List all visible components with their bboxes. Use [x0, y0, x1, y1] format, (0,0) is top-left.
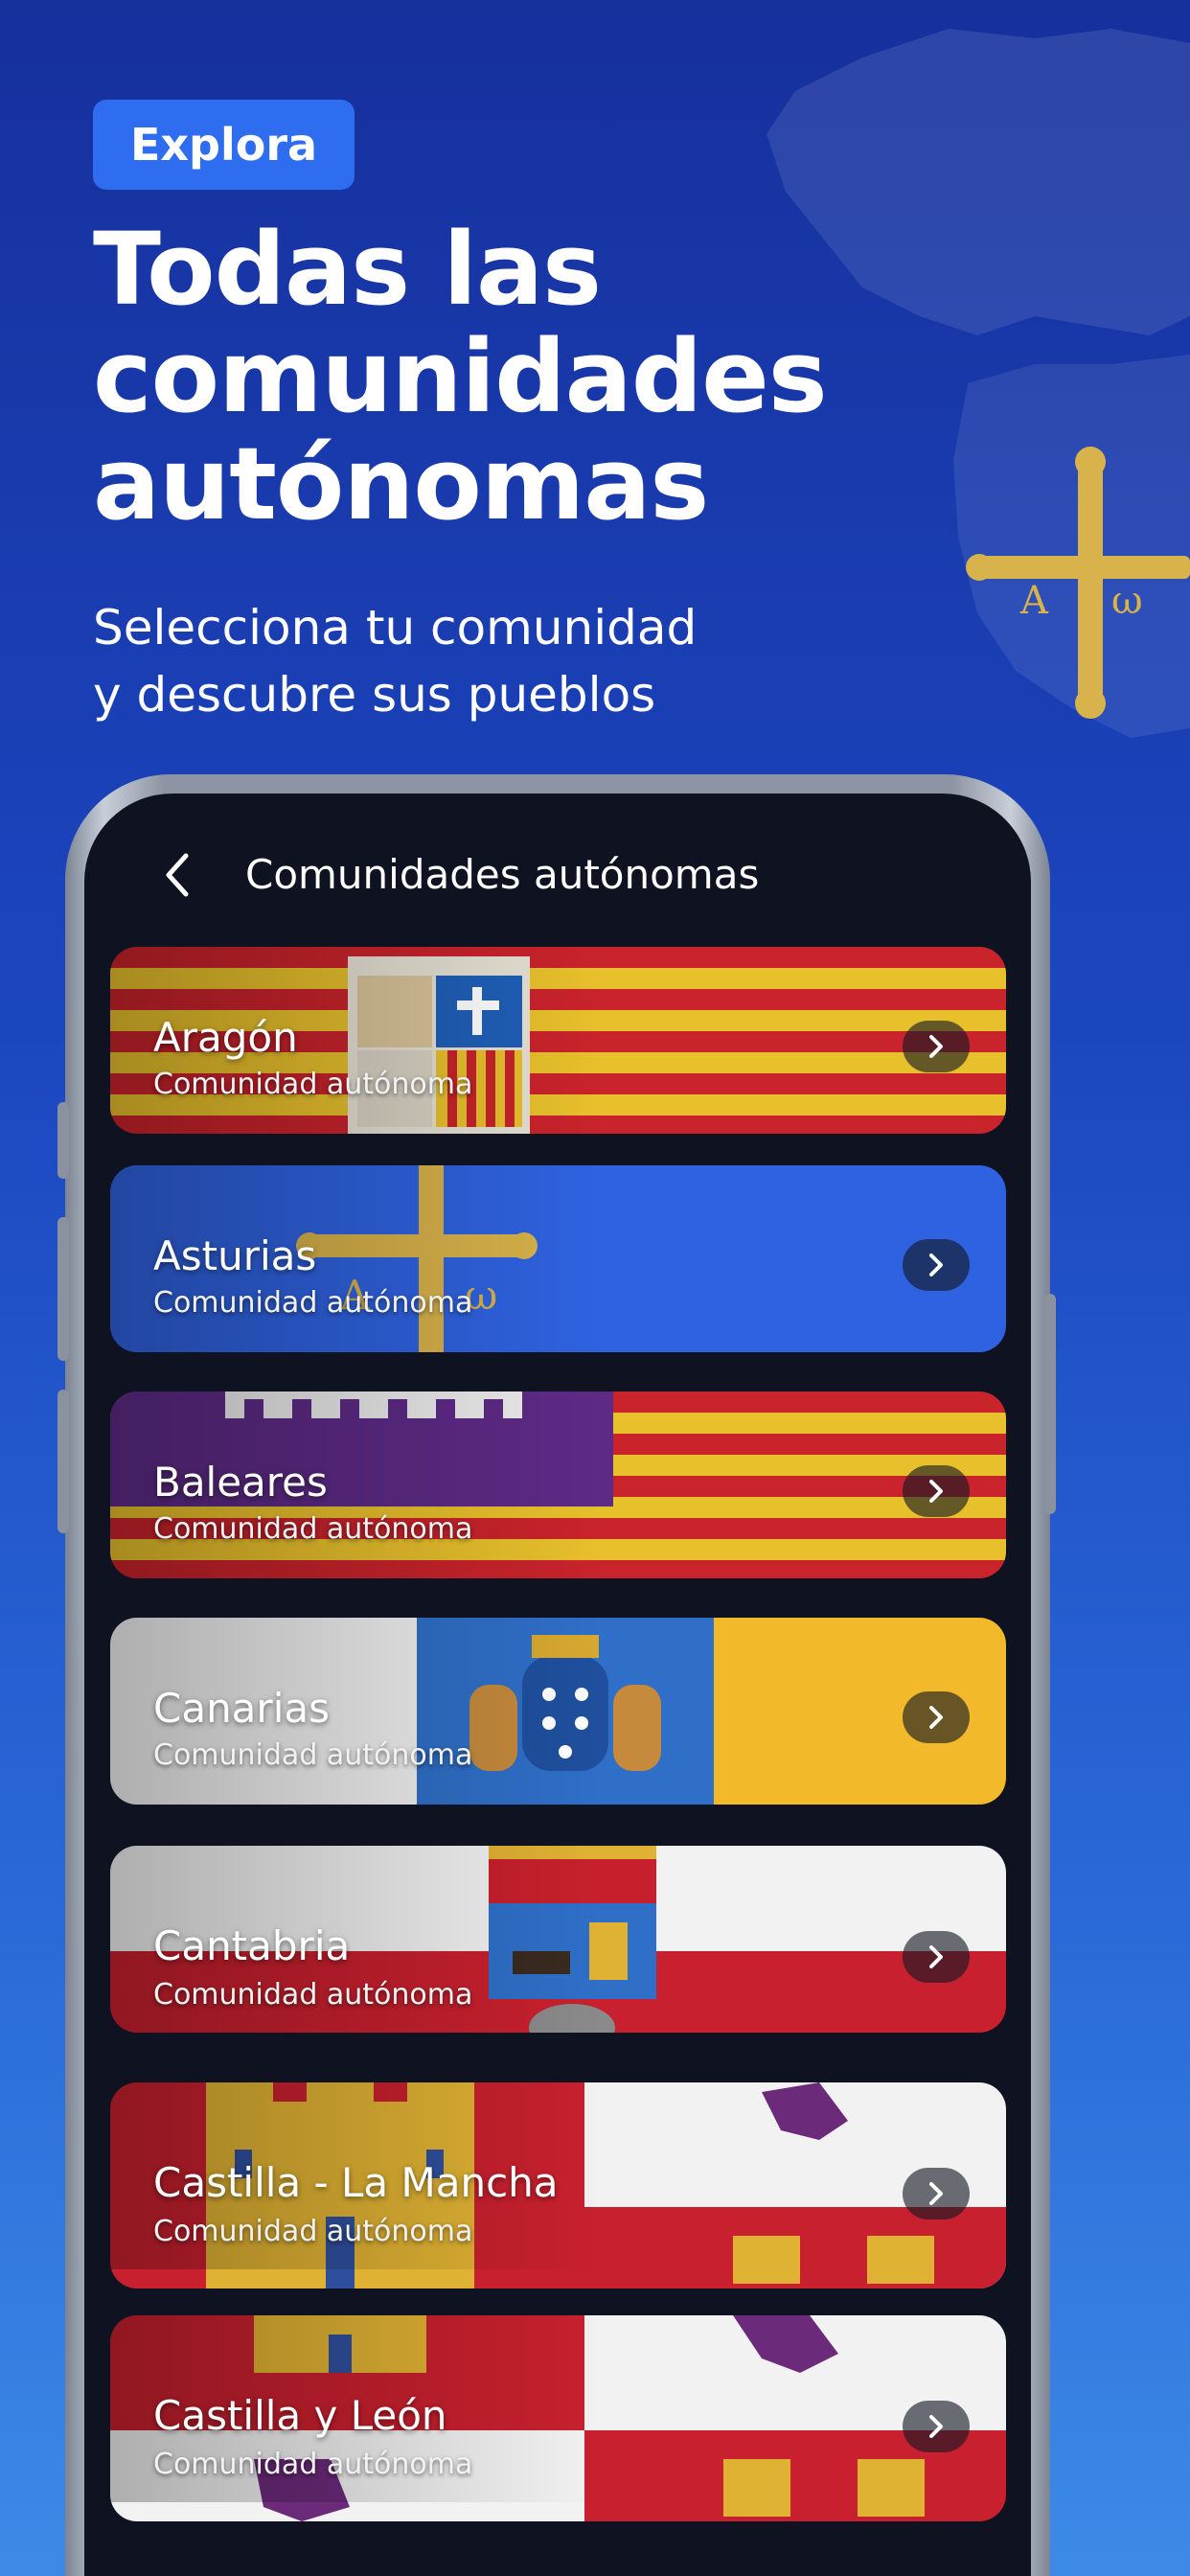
community-card-baleares[interactable]: Baleares Comunidad autónoma: [110, 1392, 1006, 1578]
chevron-right-icon: [929, 1254, 943, 1276]
app-screen: Comunidades autónomas Aragón Comunidad a…: [84, 794, 1031, 2576]
open-community-button[interactable]: [903, 1931, 970, 1983]
explore-badge: Explora: [93, 100, 355, 190]
subtitle-line-2: y descubre sus pueblos: [93, 667, 656, 723]
open-community-button[interactable]: [903, 2168, 970, 2220]
open-community-button[interactable]: [903, 2401, 970, 2452]
open-community-button[interactable]: [903, 1021, 970, 1072]
community-subtitle: Comunidad autónoma: [153, 1512, 473, 1546]
open-community-button[interactable]: [903, 1691, 970, 1743]
community-name: Castilla - La Mancha: [153, 2159, 559, 2206]
chevron-right-icon: [929, 2182, 943, 2205]
community-name: Asturias: [153, 1232, 317, 1279]
svg-text:A: A: [1019, 579, 1049, 623]
community-subtitle: Comunidad autónoma: [153, 1738, 473, 1772]
page-subtitle: Selecciona tu comunidad y descubre sus p…: [93, 594, 955, 728]
open-community-button[interactable]: [903, 1465, 970, 1517]
community-card-cantabria[interactable]: Cantabria Comunidad autónoma: [110, 1846, 1006, 2033]
community-subtitle: Comunidad autónoma: [153, 2215, 473, 2248]
app-top-bar: Comunidades autónomas: [84, 794, 1031, 947]
community-name: Canarias: [153, 1685, 330, 1732]
svg-text:ω: ω: [1111, 579, 1143, 623]
community-subtitle: Comunidad autónoma: [153, 2448, 473, 2481]
community-subtitle: Comunidad autónoma: [153, 1068, 473, 1101]
community-subtitle: Comunidad autónoma: [153, 1978, 473, 2012]
community-name: Baleares: [153, 1459, 328, 1506]
chevron-right-icon: [929, 1480, 943, 1503]
community-subtitle: Comunidad autónoma: [153, 1286, 473, 1320]
community-card-canarias[interactable]: Canarias Comunidad autónoma: [110, 1618, 1006, 1805]
chevron-right-icon: [929, 1945, 943, 1968]
phone-side-button: [57, 1102, 69, 1179]
page-headline: Todas las comunidades autónomas: [93, 216, 955, 538]
community-name: Castilla y León: [153, 2392, 447, 2439]
community-card-castilla-la-mancha[interactable]: Castilla - La Mancha Comunidad autónoma: [110, 2082, 1006, 2288]
phone-side-button: [57, 1390, 69, 1533]
chevron-left-icon: [166, 853, 189, 897]
community-card-aragon[interactable]: Aragón Comunidad autónoma: [110, 947, 1006, 1134]
headline-line-1: Todas las: [93, 211, 602, 328]
subtitle-line-1: Selecciona tu comunidad: [93, 600, 698, 656]
community-card-asturias[interactable]: A ω Asturias Comunidad autónoma: [110, 1165, 1006, 1352]
community-card-castilla-y-leon[interactable]: Castilla y León Comunidad autónoma: [110, 2315, 1006, 2521]
community-name: Cantabria: [153, 1922, 351, 1969]
chevron-right-icon: [929, 1035, 943, 1058]
chevron-right-icon: [929, 2415, 943, 2438]
screen-title: Comunidades autónomas: [245, 851, 760, 898]
headline-line-3: autónomas: [93, 426, 709, 542]
phone-side-button: [57, 1217, 69, 1361]
phone-side-button: [1044, 1294, 1056, 1514]
community-name: Aragón: [153, 1014, 298, 1061]
headline-line-2: comunidades: [93, 318, 828, 435]
open-community-button[interactable]: [903, 1239, 970, 1291]
back-button[interactable]: [153, 846, 201, 904]
chevron-right-icon: [929, 1706, 943, 1729]
